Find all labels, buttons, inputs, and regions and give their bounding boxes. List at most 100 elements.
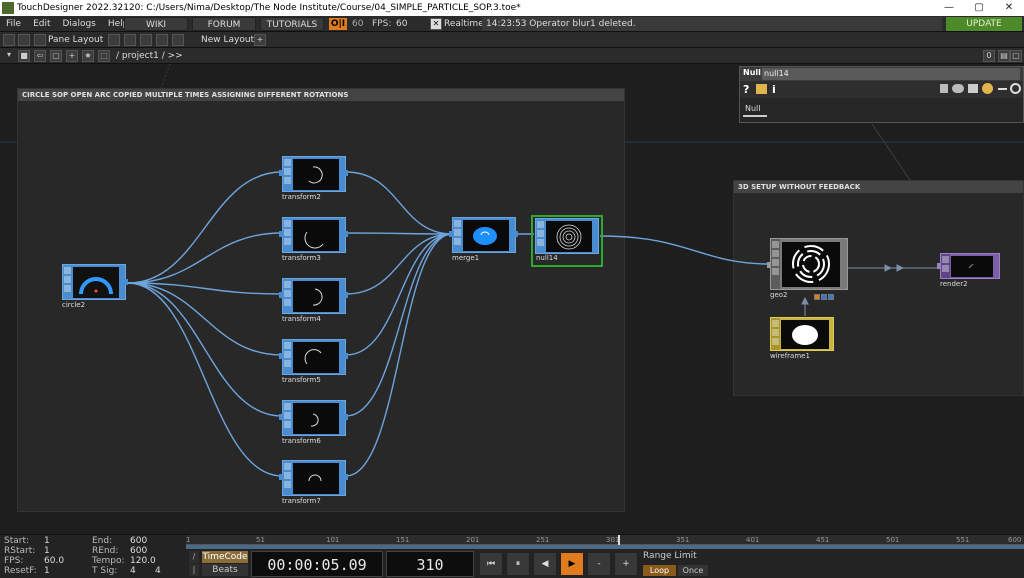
node-wireframe1-name[interactable]: wireframe1 <box>770 352 810 360</box>
param-help-button[interactable]: ? <box>743 83 749 96</box>
beats-toggle[interactable]: Beats <box>202 564 248 576</box>
tl-tsig-b-field[interactable]: 4 <box>155 566 161 576</box>
node-transform4-name[interactable]: transform4 <box>282 315 321 323</box>
timeline-range-bar[interactable] <box>186 545 1024 549</box>
network-editor[interactable]: CIRCLE SOP OPEN ARC COPIED MULTIPLE TIME… <box>0 64 1024 534</box>
node-transform7[interactable]: transform7 <box>279 460 348 508</box>
param-python-help-icon[interactable] <box>982 83 993 94</box>
frame-icon[interactable]: ▢ <box>50 50 62 62</box>
pane-menu-icon[interactable]: ▾ <box>3 50 15 62</box>
layout-icon-3[interactable] <box>140 34 152 46</box>
node-render2-input[interactable] <box>937 263 941 269</box>
tutorials-button[interactable]: TUTORIALS <box>260 17 324 31</box>
forum-button[interactable]: FORUM <box>192 17 256 31</box>
node-transform3-input[interactable] <box>279 231 283 237</box>
node-render2-name[interactable]: render2 <box>940 280 968 288</box>
network-path[interactable]: / project1 / >> <box>116 50 183 62</box>
node-transform2-input[interactable] <box>279 170 283 176</box>
node-null14[interactable]: null14 <box>531 215 603 267</box>
loop-toggle[interactable]: Loop <box>643 565 676 576</box>
time-display[interactable]: 00:00:05.09 <box>251 551 383 577</box>
node-transform7-output[interactable] <box>344 474 348 480</box>
node-transform6-output[interactable] <box>344 414 348 420</box>
menu-edit[interactable]: Edit <box>27 19 56 29</box>
step-plus-button[interactable]: + <box>614 552 638 576</box>
layout-icon-1[interactable] <box>108 34 120 46</box>
add-icon[interactable]: + <box>66 50 78 62</box>
tl-resetf-field[interactable]: 1 <box>44 566 50 576</box>
node-geo2[interactable]: geo2 <box>767 238 848 302</box>
rewind-button[interactable]: ⏮ <box>479 552 503 576</box>
tl-end-field[interactable]: 600 <box>130 536 147 546</box>
pane-type-icon[interactable]: ▤ <box>998 50 1010 62</box>
node-transform4[interactable]: transform4 <box>279 278 348 326</box>
timeline-ruler[interactable]: 1 51 101 151 201 251 301 351 401 451 501… <box>186 535 1024 545</box>
play-button[interactable]: ▶ <box>560 552 584 576</box>
pane-icon-1[interactable] <box>3 34 15 46</box>
node-transform6[interactable]: transform6 <box>279 400 348 448</box>
tl-fps-field[interactable]: 60.0 <box>44 556 64 566</box>
tl-tempo-field[interactable]: 120.0 <box>130 556 156 566</box>
close-button[interactable]: ✕ <box>994 0 1024 16</box>
node-transform5-input[interactable] <box>279 353 283 359</box>
tl-rstart-field[interactable]: 1 <box>44 546 50 556</box>
node-transform7-name[interactable]: transform7 <box>282 497 321 505</box>
node-transform2-name[interactable]: transform2 <box>282 193 321 201</box>
node-transform5-output[interactable] <box>344 353 348 359</box>
update-button[interactable]: UPDATE <box>946 17 1022 31</box>
node-render2[interactable]: render2 <box>937 253 1000 289</box>
timeline-playhead[interactable] <box>618 535 620 545</box>
maximize-button[interactable]: ▢ <box>964 0 994 16</box>
node-transform4-input[interactable] <box>279 292 283 298</box>
minimize-button[interactable]: — <box>934 0 964 16</box>
parent-icon[interactable]: ⬚ <box>98 50 110 62</box>
add-layout-button[interactable]: + <box>254 34 266 46</box>
param-info-button[interactable]: i <box>772 83 776 96</box>
param-tab-null[interactable]: Null <box>745 104 761 113</box>
node-circle2[interactable]: circle2 <box>62 264 128 312</box>
tl-slash-icon[interactable]: / <box>189 551 199 563</box>
param-comment-icon[interactable] <box>952 84 964 93</box>
parameter-panel[interactable]: Null null14 ? i Null <box>739 66 1024 123</box>
once-toggle[interactable]: Once <box>678 565 708 576</box>
layout-icon-2[interactable] <box>124 34 136 46</box>
pause-button[interactable]: ⏸ <box>506 552 530 576</box>
node-transform3-name[interactable]: transform3 <box>282 254 321 262</box>
realtime-checkbox[interactable]: ✕ <box>430 18 442 30</box>
node-merge1[interactable]: merge1 <box>449 217 518 265</box>
param-target-icon[interactable] <box>1010 83 1021 94</box>
node-transform5[interactable]: transform5 <box>279 339 348 387</box>
node-merge1-name[interactable]: merge1 <box>452 254 479 262</box>
node-transform3-output[interactable] <box>344 231 348 237</box>
node-transform3[interactable]: transform3 <box>279 217 348 265</box>
layout-icon-4[interactable] <box>156 34 168 46</box>
node-merge1-output[interactable] <box>514 231 518 237</box>
tl-tsig-a-field[interactable]: 4 <box>130 566 136 576</box>
new-layout-label[interactable]: New Layout <box>201 34 254 46</box>
param-collapse-icon[interactable] <box>998 88 1007 90</box>
oi-toggle-button[interactable]: O|I <box>329 18 347 30</box>
layout-icon-5[interactable] <box>172 34 184 46</box>
node-null14-name[interactable]: null14 <box>536 254 558 262</box>
timecode-toggle[interactable]: TimeCode <box>202 551 248 563</box>
tl-bar-icon[interactable]: | <box>189 564 199 576</box>
menu-dialogs[interactable]: Dialogs <box>57 19 102 29</box>
node-transform2[interactable]: transform2 <box>279 156 348 204</box>
node-transform4-output[interactable] <box>344 292 348 298</box>
path-zero-button[interactable]: 0 <box>983 50 995 62</box>
node-geo2-name[interactable]: geo2 <box>770 291 788 299</box>
node-circle2-name[interactable]: circle2 <box>62 301 85 309</box>
node-transform6-input[interactable] <box>279 414 283 420</box>
node-transform2-output[interactable] <box>344 170 348 176</box>
param-op-name-field[interactable]: null14 <box>762 68 1020 80</box>
node-transform6-name[interactable]: transform6 <box>282 437 321 445</box>
wiki-button[interactable]: WIKI <box>124 17 188 31</box>
node-transform5-name[interactable]: transform5 <box>282 376 321 384</box>
step-minus-button[interactable]: - <box>587 552 611 576</box>
pane-expand-icon[interactable]: ▢ <box>1010 50 1022 62</box>
node-geo2-flags[interactable] <box>814 293 835 300</box>
node-transform7-input[interactable] <box>279 474 283 480</box>
node-geo2-input[interactable] <box>767 262 771 268</box>
node-circle2-output[interactable] <box>124 279 128 285</box>
tl-rend-field[interactable]: 600 <box>130 546 147 556</box>
